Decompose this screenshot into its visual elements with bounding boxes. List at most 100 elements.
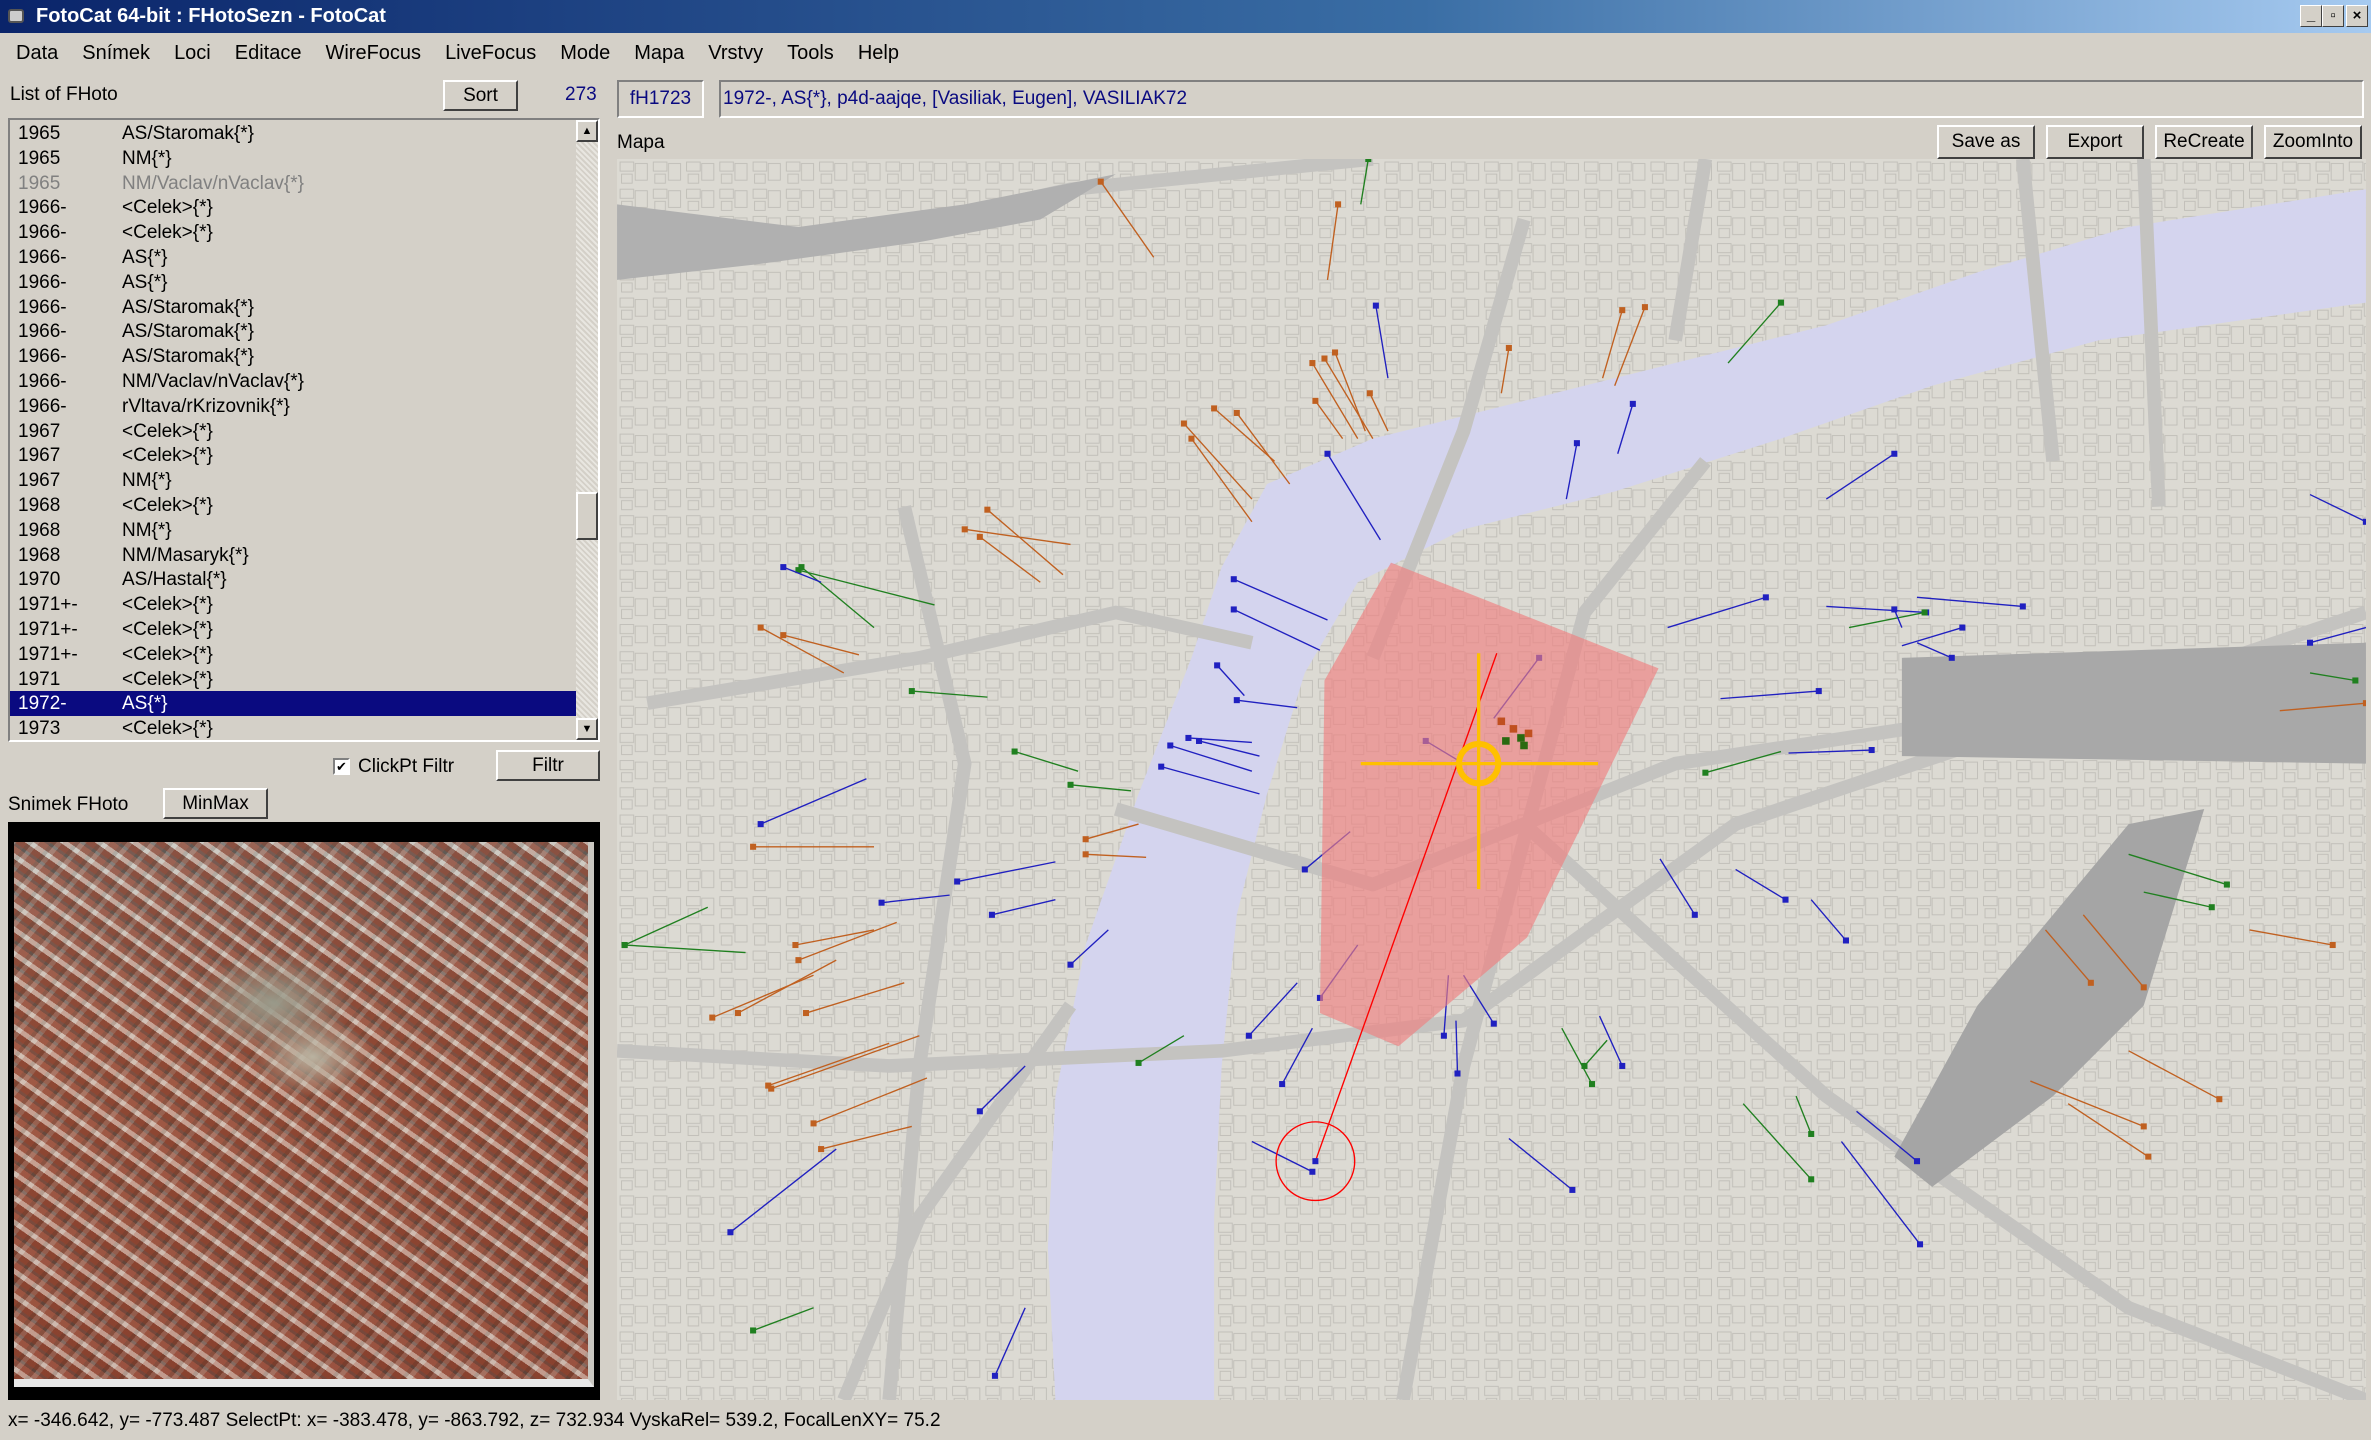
zoominto-button[interactable]: ZoomInto (2264, 125, 2362, 159)
row-year: 1968 (18, 519, 61, 541)
camera-position-marker (1808, 1176, 1815, 1183)
list-row[interactable]: 1968 NM{*} (10, 518, 577, 543)
list-scrollbar[interactable]: ▲ ▼ (576, 120, 598, 740)
list-row[interactable]: 1970 AS/Hastal{*} (10, 567, 577, 592)
camera-position-marker (1309, 1168, 1316, 1175)
list-row[interactable]: 1966- rVltava/rKrizovnik{*} (10, 394, 577, 419)
minmax-button[interactable]: MinMax (163, 788, 268, 819)
restore-button[interactable]: ▫ (2322, 5, 2344, 27)
window-title: FotoCat 64-bit : FHotoSezn - FotoCat (36, 5, 386, 27)
row-year: 1968 (18, 495, 61, 516)
list-row[interactable]: 1967 <Celek>{*} (10, 443, 577, 468)
camera-position-marker (1158, 763, 1165, 770)
camera-position-marker (1230, 576, 1237, 583)
menu-livefocus[interactable]: LiveFocus (433, 42, 548, 65)
camera-position-marker (2329, 941, 2336, 949)
menu-mapa[interactable]: Mapa (622, 42, 696, 65)
list-row[interactable]: 1971+- <Celek>{*} (10, 617, 577, 642)
scroll-down-arrow-icon[interactable]: ▼ (576, 718, 598, 740)
list-row[interactable]: 1966- <Celek>{*} (10, 195, 577, 220)
camera-position-marker (792, 941, 799, 949)
camera-position-marker (1233, 697, 1240, 704)
station-area (1901, 642, 2366, 764)
map-canvas[interactable] (617, 159, 2366, 1400)
camera-position-marker (1842, 937, 1849, 944)
close-button[interactable]: × (2346, 5, 2368, 27)
camera-position-marker (1279, 1081, 1286, 1088)
camera-cluster-marker (1497, 717, 1506, 726)
save-as-button[interactable]: Save as (1937, 125, 2035, 159)
row-year: 1966- (18, 371, 67, 392)
row-name: <Celek>{*} (122, 718, 213, 740)
row-year: 1966- (18, 395, 67, 417)
list-row[interactable]: 1967 NM{*} (10, 468, 577, 493)
menu-mode[interactable]: Mode (548, 42, 622, 65)
row-year: 1966- (18, 222, 67, 244)
list-row[interactable]: 1965 AS/Staromak{*} (10, 121, 577, 146)
camera-position-marker (1440, 1032, 1447, 1039)
recreate-button[interactable]: ReCreate (2155, 125, 2253, 159)
camera-position-marker (976, 1108, 983, 1115)
row-name: NM{*} (122, 470, 172, 492)
row-name: <Celek>{*} (122, 594, 213, 616)
minimize-button[interactable]: _ (2300, 5, 2322, 27)
row-name: <Celek>{*} (122, 619, 213, 640)
list-row[interactable]: 1968 <Celek>{*} (10, 493, 577, 518)
camera-position-marker (1332, 349, 1339, 356)
camera-position-marker (1230, 606, 1237, 613)
list-row[interactable]: 1966- AS{*} (10, 270, 577, 295)
list-row[interactable]: 1966- AS/Staromak{*} (10, 319, 577, 344)
row-name: AS{*} (122, 247, 168, 268)
menu-help[interactable]: Help (846, 42, 911, 65)
menu-vrstvy[interactable]: Vrstvy (696, 42, 775, 65)
camera-position-marker (2140, 984, 2147, 991)
list-row[interactable]: 1966- NM/Vaclav/nVaclav{*} (10, 369, 577, 394)
menu-data[interactable]: Data (4, 42, 70, 65)
list-row[interactable]: 1968 NM/Masaryk{*} (10, 543, 577, 568)
camera-position-marker (1641, 304, 1648, 311)
camera-position-marker (1762, 594, 1769, 601)
photo-list[interactable]: 1965 AS/Staromak{*} 1965 NM{*} 1965 NM/Vaclav… (8, 118, 600, 742)
list-row[interactable]: 1967 <Celek>{*} (10, 419, 577, 444)
list-row[interactable]: 1965 NM{*} (10, 146, 577, 171)
camera-position-marker (1067, 961, 1074, 968)
clickpt-filter-checkbox[interactable]: ✔ (333, 758, 350, 775)
scroll-thumb[interactable] (576, 492, 598, 540)
camera-position-marker (1588, 1081, 1596, 1088)
list-row[interactable]: 1971+- <Celek>{*} (10, 642, 577, 667)
camera-position-marker (1366, 390, 1373, 397)
row-name: <Celek>{*} (122, 222, 213, 244)
sort-button[interactable]: Sort (443, 80, 518, 111)
list-row[interactable]: 1966- <Celek>{*} (10, 220, 577, 245)
filter-button[interactable]: Filtr (496, 750, 600, 781)
export-button[interactable]: Export (2046, 125, 2144, 159)
list-row[interactable]: 1966- AS/Staromak{*} (10, 295, 577, 320)
photo-preview (8, 822, 600, 1400)
list-row[interactable]: 1971+- <Celek>{*} (10, 592, 577, 617)
row-year: 1966- (18, 247, 67, 268)
menu-loci[interactable]: Loci (162, 42, 223, 65)
app-icon (8, 9, 24, 23)
menu-wirefocus[interactable]: WireFocus (313, 42, 433, 65)
menu-snimek[interactable]: Snímek (70, 42, 162, 65)
camera-position-marker (1959, 624, 1966, 631)
row-year: 1970 (18, 569, 61, 591)
list-row[interactable]: 1965 NM/Vaclav/nVaclav{*} (10, 171, 577, 196)
scroll-up-arrow-icon[interactable]: ▲ (576, 120, 598, 142)
list-row[interactable]: 1972- AS{*} (10, 691, 577, 717)
menu-editace[interactable]: Editace (223, 42, 314, 65)
camera-position-marker (1782, 896, 1789, 903)
list-row[interactable]: 1973 <Celek>{*} (10, 716, 577, 741)
camera-position-marker (1324, 450, 1331, 457)
list-row[interactable]: 1971 <Celek>{*} (10, 667, 577, 692)
list-row[interactable]: 1966- AS{*} (10, 245, 577, 270)
row-name: <Celek>{*} (122, 445, 213, 467)
camera-position-marker (1569, 1186, 1576, 1193)
menu-bar: Data Snímek Loci Editace WireFocus LiveF… (0, 36, 2371, 70)
camera-position-marker (734, 1010, 742, 1017)
camera-position-marker (1691, 911, 1698, 918)
menu-tools[interactable]: Tools (775, 42, 846, 65)
map-svg[interactable] (617, 159, 2366, 1400)
list-row[interactable]: 1966- AS/Staromak{*} (10, 344, 577, 369)
camera-position-marker (810, 1120, 817, 1127)
